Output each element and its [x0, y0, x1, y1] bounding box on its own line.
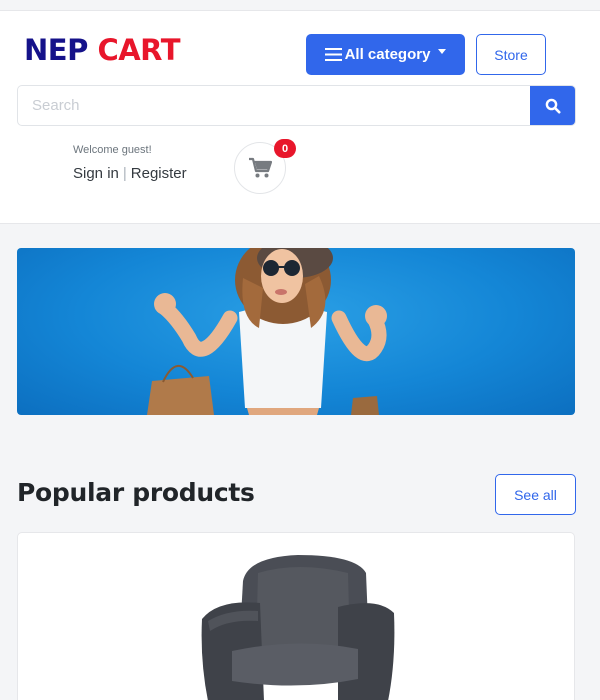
- product-card[interactable]: [17, 532, 575, 700]
- search-button[interactable]: [530, 86, 575, 125]
- search-input[interactable]: [18, 86, 531, 125]
- search-bar: [17, 85, 576, 126]
- brand-logo[interactable]: NEP CART: [24, 33, 180, 67]
- store-button[interactable]: Store: [476, 34, 546, 75]
- account-links: Sign in | Register: [73, 165, 187, 182]
- see-all-button[interactable]: See all: [495, 474, 576, 515]
- search-icon: [545, 98, 560, 113]
- section-title-popular-products: Popular products: [17, 478, 255, 507]
- all-category-label: All category: [344, 46, 431, 63]
- all-category-button[interactable]: All category: [306, 34, 465, 75]
- sign-in-link[interactable]: Sign in: [73, 165, 119, 182]
- register-link[interactable]: Register: [131, 165, 187, 182]
- cart-icon: [249, 157, 272, 178]
- site-header: NEP CART All category Store Welcome gues…: [0, 10, 600, 224]
- promo-banner[interactable]: [17, 248, 575, 415]
- menu-icon: [324, 48, 342, 61]
- brand-logo-word-1: NEP: [24, 33, 88, 67]
- welcome-text: Welcome guest!: [73, 144, 152, 156]
- brand-logo-word-2: CART: [97, 33, 180, 67]
- cart-count-badge: 0: [274, 139, 296, 158]
- product-image-armchair: [201, 555, 395, 700]
- account-links-separator: |: [122, 165, 127, 182]
- banner-image: [147, 248, 387, 415]
- caret-down-icon: [438, 49, 447, 54]
